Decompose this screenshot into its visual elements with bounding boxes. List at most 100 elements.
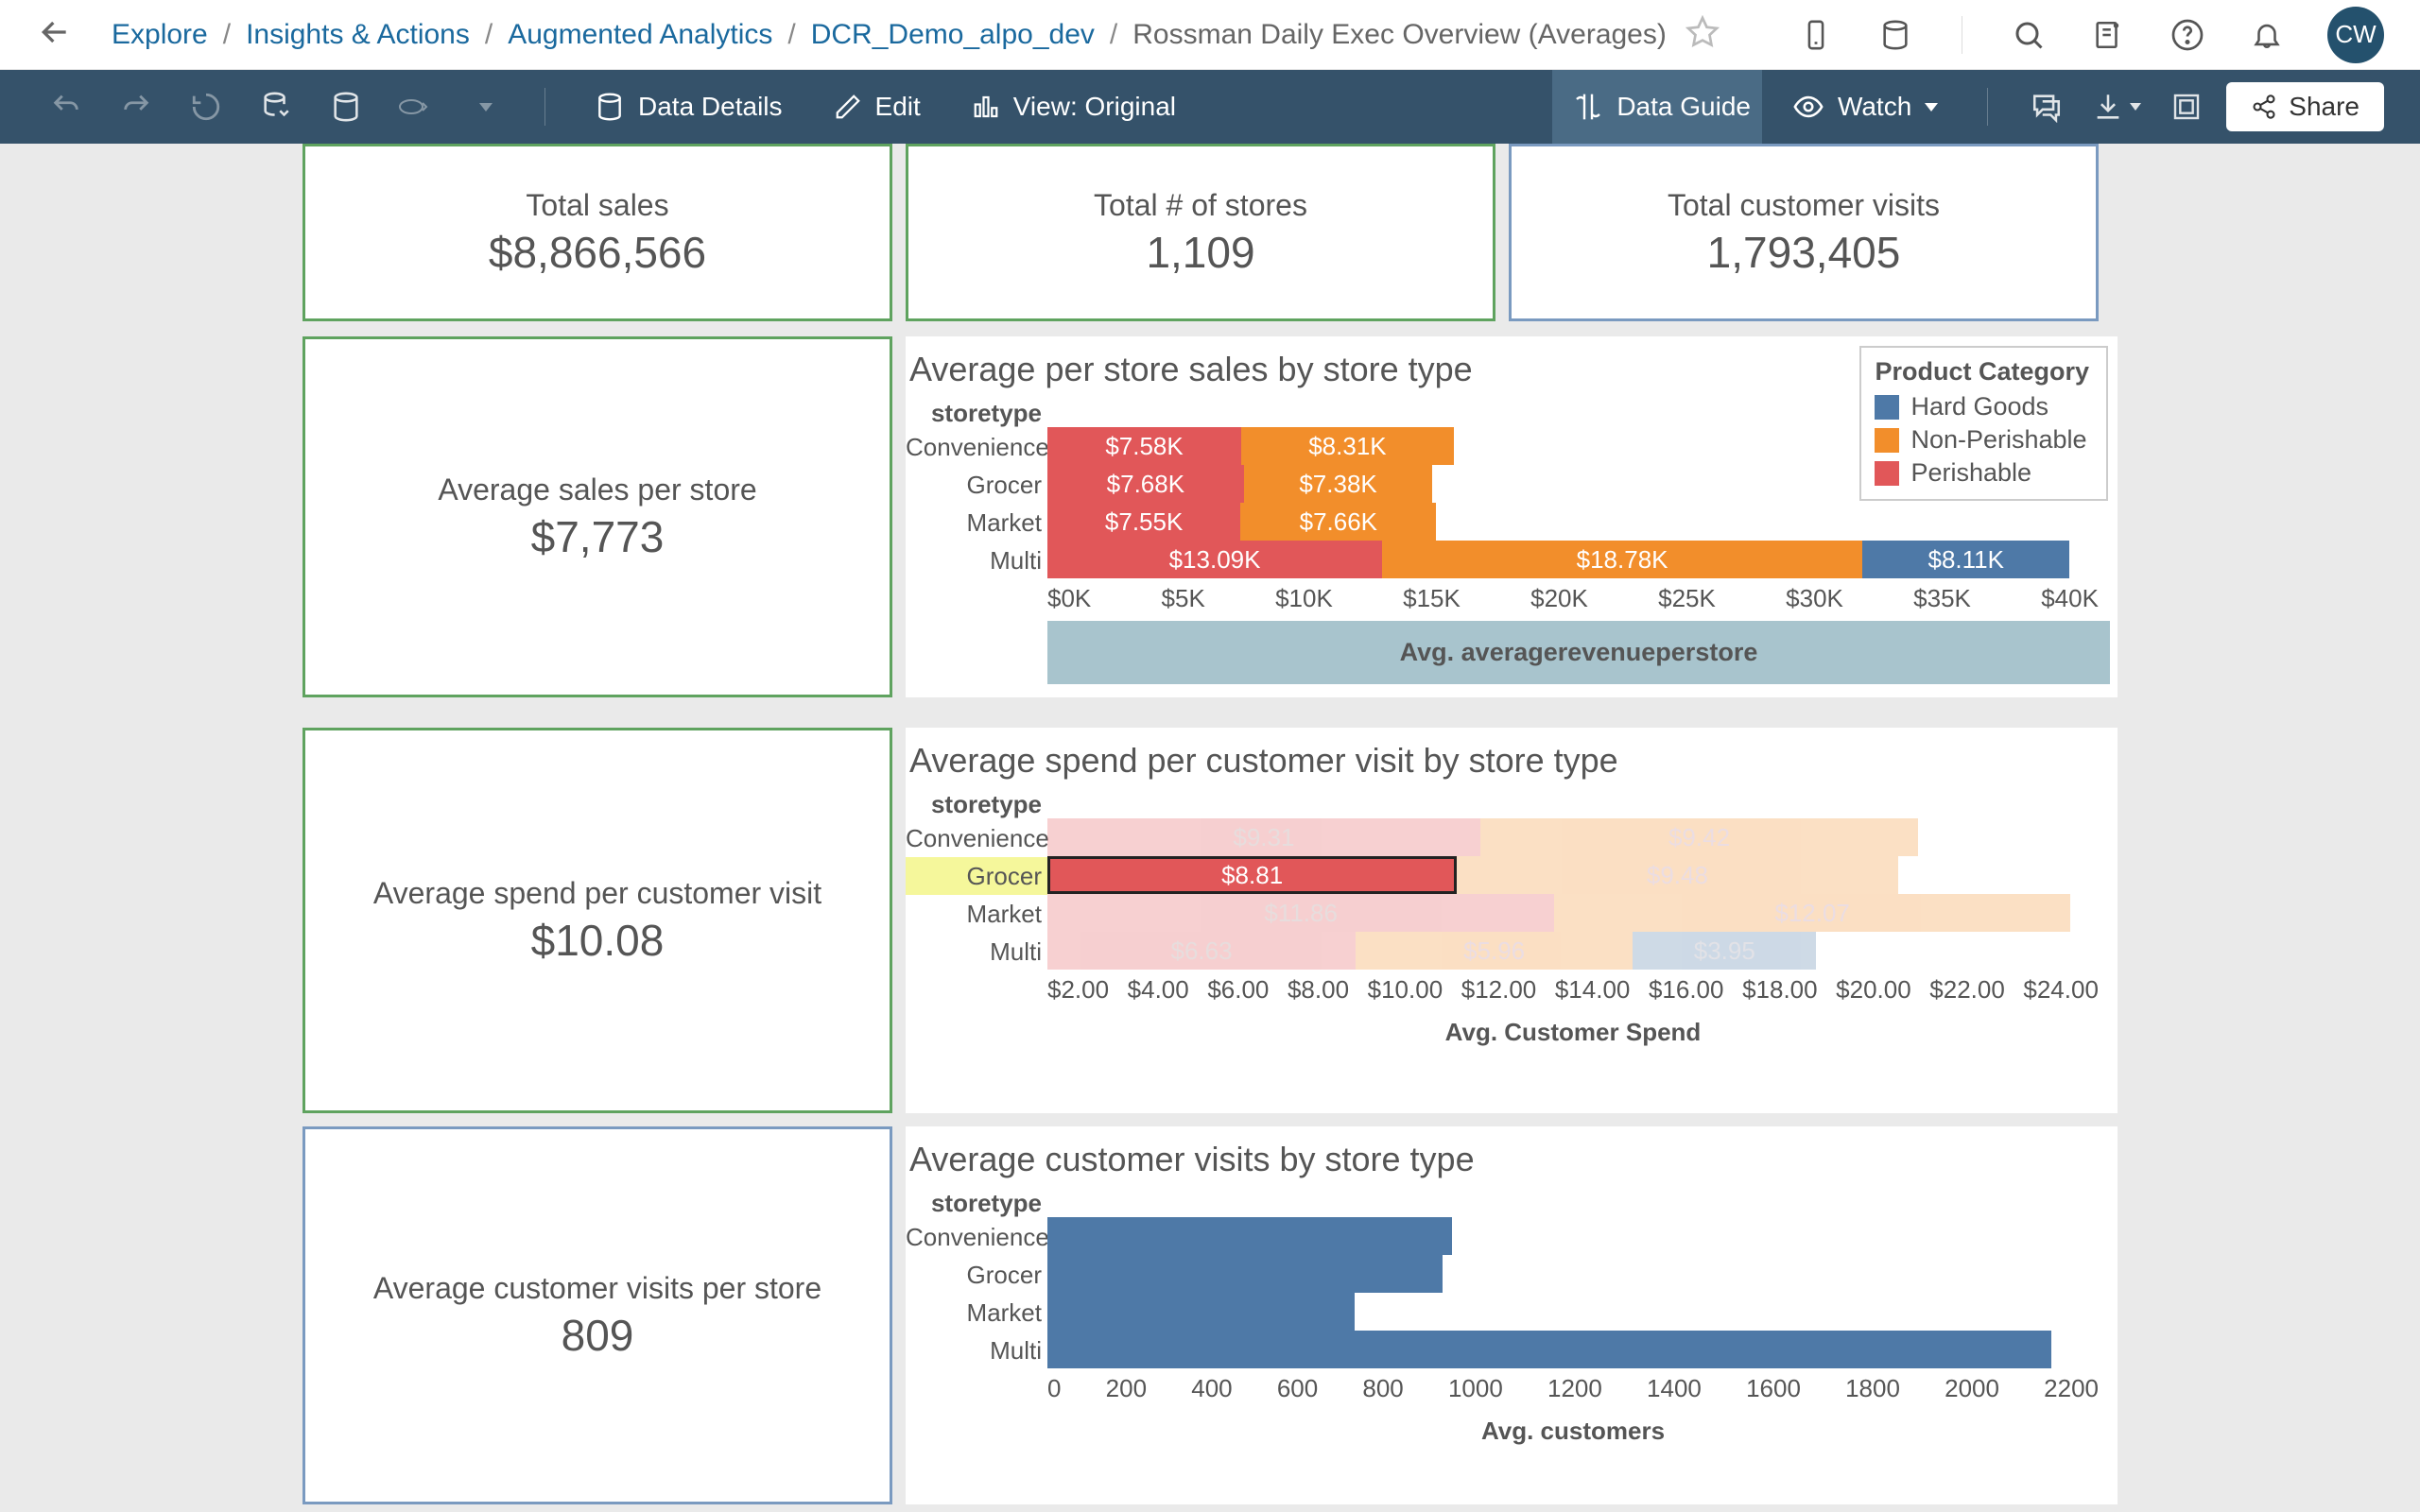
breadcrumb-augmented[interactable]: Augmented Analytics	[508, 19, 772, 51]
bar-row[interactable]	[1047, 1255, 2070, 1293]
axis-tick: $20K	[1530, 584, 1588, 613]
topbar-right: CW	[1797, 7, 2384, 63]
kpi-total-stores[interactable]: Total # of stores 1,109	[906, 144, 1495, 321]
bar-row[interactable]	[1047, 1293, 2070, 1331]
axis-tick: 2000	[1945, 1374, 1999, 1403]
bar-segment[interactable]	[1047, 1255, 1443, 1293]
edit-button[interactable]: Edit	[813, 70, 942, 144]
bar-segment[interactable]: $7.68K	[1047, 465, 1244, 503]
bar-segment[interactable]: $3.95	[1633, 932, 1816, 970]
metrics-icon[interactable]	[2089, 16, 2127, 54]
back-button[interactable]	[36, 13, 74, 56]
breadcrumb-explore[interactable]: Explore	[112, 19, 208, 51]
breadcrumb-insights[interactable]: Insights & Actions	[246, 19, 470, 51]
bar-segment[interactable]: $9.31	[1047, 818, 1480, 856]
axis-tick: $24.00	[2023, 975, 2099, 1005]
data-guide-button[interactable]: Data Guide	[1552, 70, 1762, 144]
share-button[interactable]: Share	[2226, 82, 2384, 131]
bar-segment[interactable]	[1047, 1331, 2051, 1368]
help-icon[interactable]	[2169, 16, 2206, 54]
breadcrumb: Explore/ Insights & Actions/ Augmented A…	[112, 19, 1667, 51]
axis-tick: 2200	[2044, 1374, 2099, 1403]
bar-row[interactable]: $13.09K$18.78K$8.11K	[1047, 541, 2070, 578]
fullscreen-button[interactable]	[2156, 70, 2217, 144]
axis-tick: $6.00	[1207, 975, 1269, 1005]
bar-row[interactable]: $7.58K$8.31K	[1047, 427, 2070, 465]
data-source-icon[interactable]	[1876, 16, 1914, 54]
bar-segment[interactable]: $9.48	[1457, 856, 1897, 894]
axis-tick: $16.00	[1649, 975, 1724, 1005]
kpi-avg-visits[interactable]: Average customer visits per store 809	[302, 1126, 892, 1504]
breadcrumb-dcrdemo[interactable]: DCR_Demo_alpo_dev	[811, 19, 1095, 51]
bar-segment[interactable]: $7.55K	[1047, 503, 1240, 541]
axis-tick: $35K	[1913, 584, 1971, 613]
axis-tick: 0	[1047, 1374, 1061, 1403]
watch-button[interactable]: Watch	[1772, 70, 1959, 144]
chevron-down-icon	[2130, 103, 2141, 111]
bar-segment[interactable]: $7.66K	[1240, 503, 1436, 541]
kpi-total-visits[interactable]: Total customer visits 1,793,405	[1509, 144, 2099, 321]
axis-tick: 200	[1106, 1374, 1147, 1403]
chart-avg-visits-by-type[interactable]: Average customer visits by store type st…	[906, 1126, 2118, 1504]
bar-row[interactable]	[1047, 1217, 2070, 1255]
bar-segment[interactable]: $5.96	[1356, 932, 1633, 970]
breadcrumb-current: Rossman Daily Exec Overview (Averages)	[1132, 19, 1667, 51]
bar-segment[interactable]: $8.81	[1047, 856, 1457, 894]
device-preview-icon[interactable]	[1797, 16, 1835, 54]
bar-segment[interactable]: $12.07	[1554, 894, 2070, 932]
favorite-star-icon[interactable]	[1685, 15, 1720, 54]
axis-tick: $25K	[1658, 584, 1716, 613]
bar-row[interactable]	[1047, 1331, 2070, 1368]
bar-row[interactable]: $9.31$9.42	[1047, 818, 2070, 856]
chart-avg-spend-by-type[interactable]: Average spend per customer visit by stor…	[906, 728, 2118, 1113]
bar-row[interactable]: $8.81$9.48	[1047, 856, 2070, 894]
axis-tick: $8.00	[1288, 975, 1349, 1005]
bar-segment[interactable]: $6.63	[1047, 932, 1356, 970]
kpi-total-sales[interactable]: Total sales $8,866,566	[302, 144, 892, 321]
chart-avg-sales-by-type[interactable]: Average per store sales by store type Pr…	[906, 336, 2118, 697]
bar-segment[interactable]: $7.58K	[1047, 427, 1241, 465]
replay-button	[386, 70, 446, 144]
axis-tick: $30K	[1786, 584, 1843, 613]
bar-segment[interactable]: $13.09K	[1047, 541, 1382, 578]
data-details-button[interactable]: Data Details	[574, 70, 804, 144]
download-button[interactable]	[2086, 70, 2147, 144]
bar-segment[interactable]: $8.11K	[1862, 541, 2069, 578]
bar-segment[interactable]: $18.78K	[1382, 541, 1862, 578]
bar-row[interactable]: $7.55K$7.66K	[1047, 503, 2070, 541]
bar-segment[interactable]: $11.86	[1047, 894, 1554, 932]
kpi-avg-spend[interactable]: Average spend per customer visit $10.08	[302, 728, 892, 1113]
axis-tick: 1200	[1547, 1374, 1602, 1403]
axis-tick: $20.00	[1836, 975, 1911, 1005]
pause-data-button[interactable]	[316, 70, 376, 144]
search-icon[interactable]	[2010, 16, 2048, 54]
revert-button	[176, 70, 236, 144]
axis-tick: 1600	[1746, 1374, 1801, 1403]
axis-tick: $22.00	[1929, 975, 2005, 1005]
redo-button	[106, 70, 166, 144]
axis-tick: $4.00	[1128, 975, 1189, 1005]
avatar[interactable]: CW	[2327, 7, 2384, 63]
axis-tick: 1800	[1845, 1374, 1900, 1403]
refresh-data-button[interactable]	[246, 70, 306, 144]
axis-tick: $10K	[1275, 584, 1333, 613]
notifications-icon[interactable]	[2248, 16, 2286, 54]
bar-segment[interactable]: $8.31K	[1241, 427, 1454, 465]
axis-tick: $2.00	[1047, 975, 1109, 1005]
bar-segment[interactable]: $9.42	[1480, 818, 1918, 856]
view-button[interactable]: View: Original	[951, 70, 1197, 144]
comments-button[interactable]	[2016, 70, 2077, 144]
dashboard: Total sales $8,866,566 Total # of stores…	[0, 144, 2420, 1512]
chevron-down-icon	[1925, 103, 1938, 112]
bar-row[interactable]: $7.68K$7.38K	[1047, 465, 2070, 503]
bar-segment[interactable]	[1047, 1293, 1355, 1331]
bar-segment[interactable]	[1047, 1217, 1452, 1255]
axis-tick: 600	[1277, 1374, 1318, 1403]
bar-row[interactable]: $11.86$12.07	[1047, 894, 2070, 932]
toolbar: Data Details Edit View: Original Data Gu…	[0, 70, 2420, 144]
bar-segment[interactable]: $7.38K	[1244, 465, 1433, 503]
axis-tick: $40K	[2041, 584, 2099, 613]
kpi-avg-sales[interactable]: Average sales per store $7,773	[302, 336, 892, 697]
axis-tick: $14.00	[1555, 975, 1631, 1005]
bar-row[interactable]: $6.63$5.96$3.95	[1047, 932, 2070, 970]
